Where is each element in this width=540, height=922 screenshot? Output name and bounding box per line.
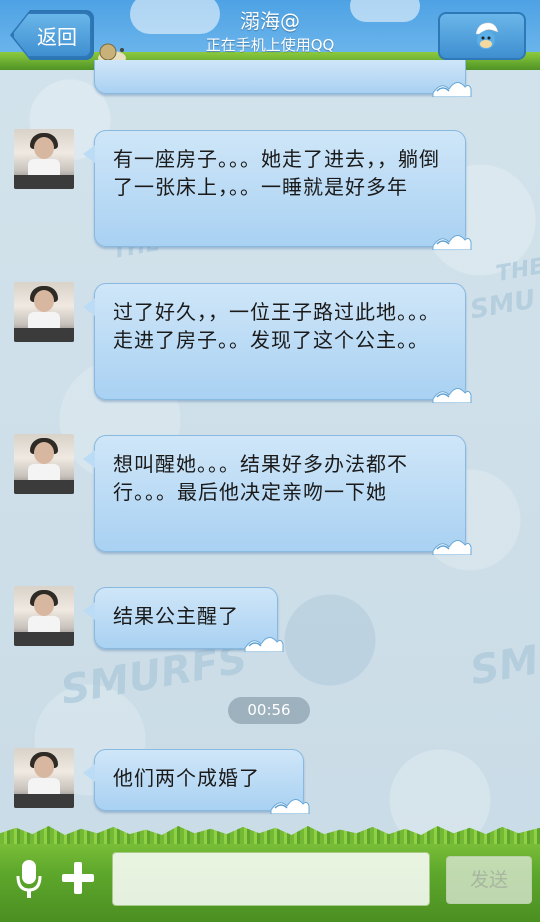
send-button[interactable]: 发送	[446, 856, 532, 904]
message-bubble[interactable]: 想叫醒她。。。结果好多办法都不行。。。最后他决定亲吻一下她	[83, 435, 472, 555]
message-text: 过了好久，，一位王子路过此地。。。走进了房子。。发现了这个公主。。	[113, 300, 440, 352]
message-text: 他们两个成婚了	[113, 766, 260, 790]
message-input[interactable]	[112, 852, 430, 906]
wave-decoration-icon	[432, 388, 472, 403]
message-text: 有一座房子。。。她走了进去，，躺倒了一张床上，。。一睡就是好多年	[113, 147, 440, 199]
message-bubble[interactable]: 过了好久，，一位王子路过此地。。。走进了房子。。发现了这个公主。。	[83, 283, 472, 403]
sender-avatar[interactable]	[14, 434, 74, 494]
message-bubble-partial[interactable]	[94, 60, 472, 97]
smurf-avatar-icon	[475, 22, 499, 49]
wave-decoration-icon	[432, 235, 472, 250]
wave-decoration-icon	[270, 799, 310, 814]
message-bubble[interactable]: 他们两个成婚了	[83, 749, 310, 814]
message-bubble[interactable]: 有一座房子。。。她走了进去，，躺倒了一张床上，。。一睡就是好多年	[83, 130, 472, 250]
microphone-icon[interactable]	[14, 858, 44, 900]
contact-name: 溺海@	[240, 9, 300, 33]
plus-icon[interactable]	[60, 860, 96, 896]
sender-avatar[interactable]	[14, 586, 74, 646]
wave-decoration-icon	[432, 82, 472, 97]
header-title: 溺海@ 正在手机上使用QQ	[150, 8, 390, 56]
message-text: 结果公主醒了	[113, 604, 239, 628]
contact-status: 正在手机上使用QQ	[205, 36, 335, 54]
message-bubble[interactable]: 结果公主醒了	[83, 587, 284, 652]
sender-avatar[interactable]	[14, 282, 74, 342]
message-timestamp: 00:56	[228, 697, 310, 724]
profile-button[interactable]	[438, 12, 526, 60]
wave-decoration-icon	[432, 540, 472, 555]
wave-decoration-icon	[244, 637, 284, 652]
message-text: 想叫醒她。。。结果好多办法都不行。。。最后他决定亲吻一下她	[113, 452, 408, 504]
sender-avatar[interactable]	[14, 748, 74, 808]
sender-avatar[interactable]	[14, 129, 74, 189]
